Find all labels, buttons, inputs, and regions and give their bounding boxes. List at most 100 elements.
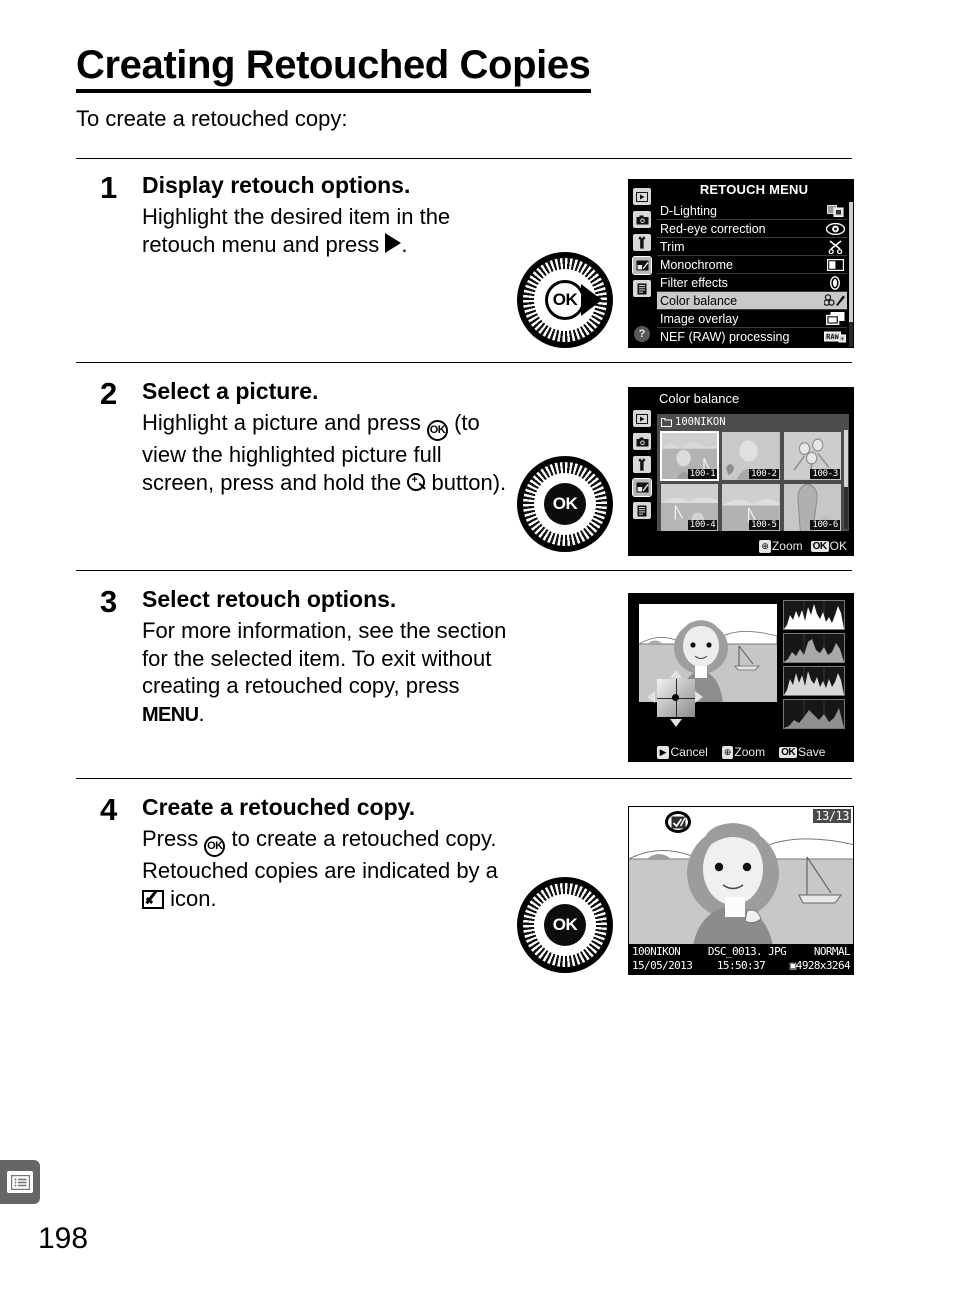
retouch-icon[interactable]	[632, 478, 652, 497]
menu-item-color-balance[interactable]: Color balance	[657, 292, 847, 310]
step-2-number: 2	[100, 376, 118, 411]
thumbnail-panel: 100NIKON 100-1 100-2 100-3 100-4 100-5 1…	[657, 414, 849, 531]
raw-icon: RAW +	[823, 329, 847, 345]
ok-button-icon: OK	[204, 835, 226, 857]
hint-save: OK Save	[779, 745, 825, 759]
retouch-menu-title: RETOUCH MENU	[699, 182, 809, 197]
dial-right-arrow-icon	[581, 284, 602, 316]
right-arrow-button-icon	[385, 232, 402, 253]
color-balance-pad[interactable]	[647, 670, 703, 727]
wrench-icon[interactable]	[633, 234, 651, 251]
menu-item-nef-raw[interactable]: NEF (RAW) processing RAW +	[657, 328, 847, 346]
pad-right-arrow-icon[interactable]	[695, 691, 703, 703]
camera-icon[interactable]	[633, 211, 651, 228]
playback-image: 13/13	[629, 807, 853, 944]
menu-item-label: Color balance	[660, 293, 738, 308]
screen-retouch-menu: ? RETOUCH MENU D-Lighting Red-eye correc…	[628, 179, 854, 348]
scrollbar-thumb[interactable]	[849, 202, 853, 322]
scissors-icon	[823, 239, 847, 255]
thumbnail-label: 100-2	[749, 468, 779, 479]
retouch-badge-icon	[142, 889, 164, 909]
help-icon[interactable]: ?	[634, 326, 650, 342]
step-2-body: Select a picture. Highlight a picture an…	[142, 378, 512, 496]
thumbnail-cell[interactable]: 100-6	[783, 483, 841, 531]
playback-icon[interactable]	[633, 410, 651, 427]
folder-icon	[661, 417, 672, 427]
section-tab	[0, 1160, 40, 1204]
hint-label: OK	[829, 539, 847, 553]
thumbnail-cell[interactable]: 100-4	[661, 483, 719, 531]
hint-label: Save	[798, 745, 826, 759]
menu-item-label: Filter effects	[660, 275, 728, 290]
step-3-text-1: For more information, see the section fo…	[142, 617, 507, 699]
hint-label: Cancel	[670, 745, 708, 759]
folder-name: 100NIKON	[632, 945, 681, 958]
thumbnail-cell[interactable]: 100-2	[722, 432, 780, 480]
histogram-blue	[783, 699, 845, 729]
playback-info-bar: 100NIKON DSC_0013. JPG NORMAL 15/05/2013…	[629, 944, 853, 974]
menu-item-d-lighting[interactable]: D-Lighting	[657, 202, 847, 220]
hint-cancel: ▶ Cancel	[656, 745, 708, 759]
step-4-number: 4	[100, 792, 118, 827]
menu-item-label: NEF (RAW) processing	[660, 330, 790, 344]
hint-zoom: ⊕ Zoom	[759, 539, 803, 553]
menu-sidebar	[629, 388, 655, 555]
step-3-body: Select retouch options. For more informa…	[142, 586, 512, 729]
thumbnail-cell[interactable]: 100-1	[659, 431, 720, 481]
step-3-heading: Select retouch options.	[142, 586, 397, 612]
zoom-icon: ⊕	[759, 539, 771, 553]
menu-item-filter-effects[interactable]: Filter effects	[657, 274, 847, 292]
scrollbar-thumb[interactable]	[844, 430, 848, 488]
retouch-badge-icon	[665, 811, 691, 833]
step-3-text: For more information, see the section fo…	[142, 617, 512, 729]
menu-item-trim[interactable]: Trim	[657, 238, 847, 256]
thumbnail-cell[interactable]: 100-5	[722, 483, 780, 531]
recent-settings-icon[interactable]	[633, 280, 651, 297]
divider-1	[76, 158, 852, 159]
menu-item-label: Monochrome	[660, 257, 733, 272]
histogram-panel	[783, 600, 845, 729]
step-2-heading: Select a picture.	[142, 378, 319, 404]
recent-settings-icon[interactable]	[633, 502, 651, 519]
ok-button-icon: OK	[426, 419, 448, 441]
step-4-heading: Create a retouched copy.	[142, 794, 416, 820]
histogram-rgb	[783, 600, 845, 630]
menu-item-label: Trim	[660, 239, 685, 254]
hint-label: Zoom	[771, 539, 803, 553]
pad-up-arrow-icon[interactable]	[670, 670, 682, 678]
thumbnail-label: 100-3	[810, 468, 840, 479]
grid-cursor[interactable]	[672, 694, 679, 701]
manual-page: Creating Retouched Copies To create a re…	[0, 0, 954, 1314]
pad-left-arrow-icon[interactable]	[647, 691, 655, 703]
step-1-number: 1	[100, 170, 118, 205]
retouch-icon[interactable]	[632, 256, 652, 275]
camera-icon[interactable]	[633, 433, 651, 450]
monochrome-icon	[823, 257, 847, 273]
page-title-block: Creating Retouched Copies	[76, 44, 876, 93]
menu-button-icon: MENU	[142, 704, 199, 727]
hint-ok: OK OK	[810, 539, 847, 553]
menu-item-image-overlay[interactable]: Image overlay	[657, 310, 847, 328]
playback-info-line-1: 100NIKON DSC_0013. JPG NORMAL	[632, 945, 851, 959]
ok-button-icon: OK	[545, 280, 585, 320]
histogram-red	[783, 633, 845, 663]
svg-text:+: +	[840, 335, 844, 343]
step-2-text-3: button).	[431, 469, 507, 495]
overlay-icon	[823, 311, 847, 327]
menu-item-red-eye[interactable]: Red-eye correction	[657, 220, 847, 238]
ok-button-icon: OK	[544, 904, 586, 946]
step-2-text-1: Highlight a picture and press	[142, 409, 421, 435]
d-lighting-icon	[823, 203, 847, 219]
playback-info-line-2: 15/05/2013 15:50:37 ▣4928x3264	[632, 959, 851, 973]
menu-scrollbar[interactable]	[849, 202, 853, 347]
pad-down-arrow-icon[interactable]	[670, 719, 682, 727]
page-intro: To create a retouched copy:	[76, 106, 348, 131]
hint-label: Zoom	[734, 745, 766, 759]
wrench-icon[interactable]	[633, 456, 651, 473]
thumbnail-cell[interactable]: 100-3	[783, 432, 841, 480]
playback-icon[interactable]	[633, 188, 651, 205]
step-4-body: Create a retouched copy. Press OK to cre…	[142, 794, 512, 912]
menu-item-monochrome[interactable]: Monochrome	[657, 256, 847, 274]
thumbnail-scrollbar[interactable]	[844, 430, 848, 529]
step-1-body: Display retouch options. Highlight the d…	[142, 172, 512, 258]
